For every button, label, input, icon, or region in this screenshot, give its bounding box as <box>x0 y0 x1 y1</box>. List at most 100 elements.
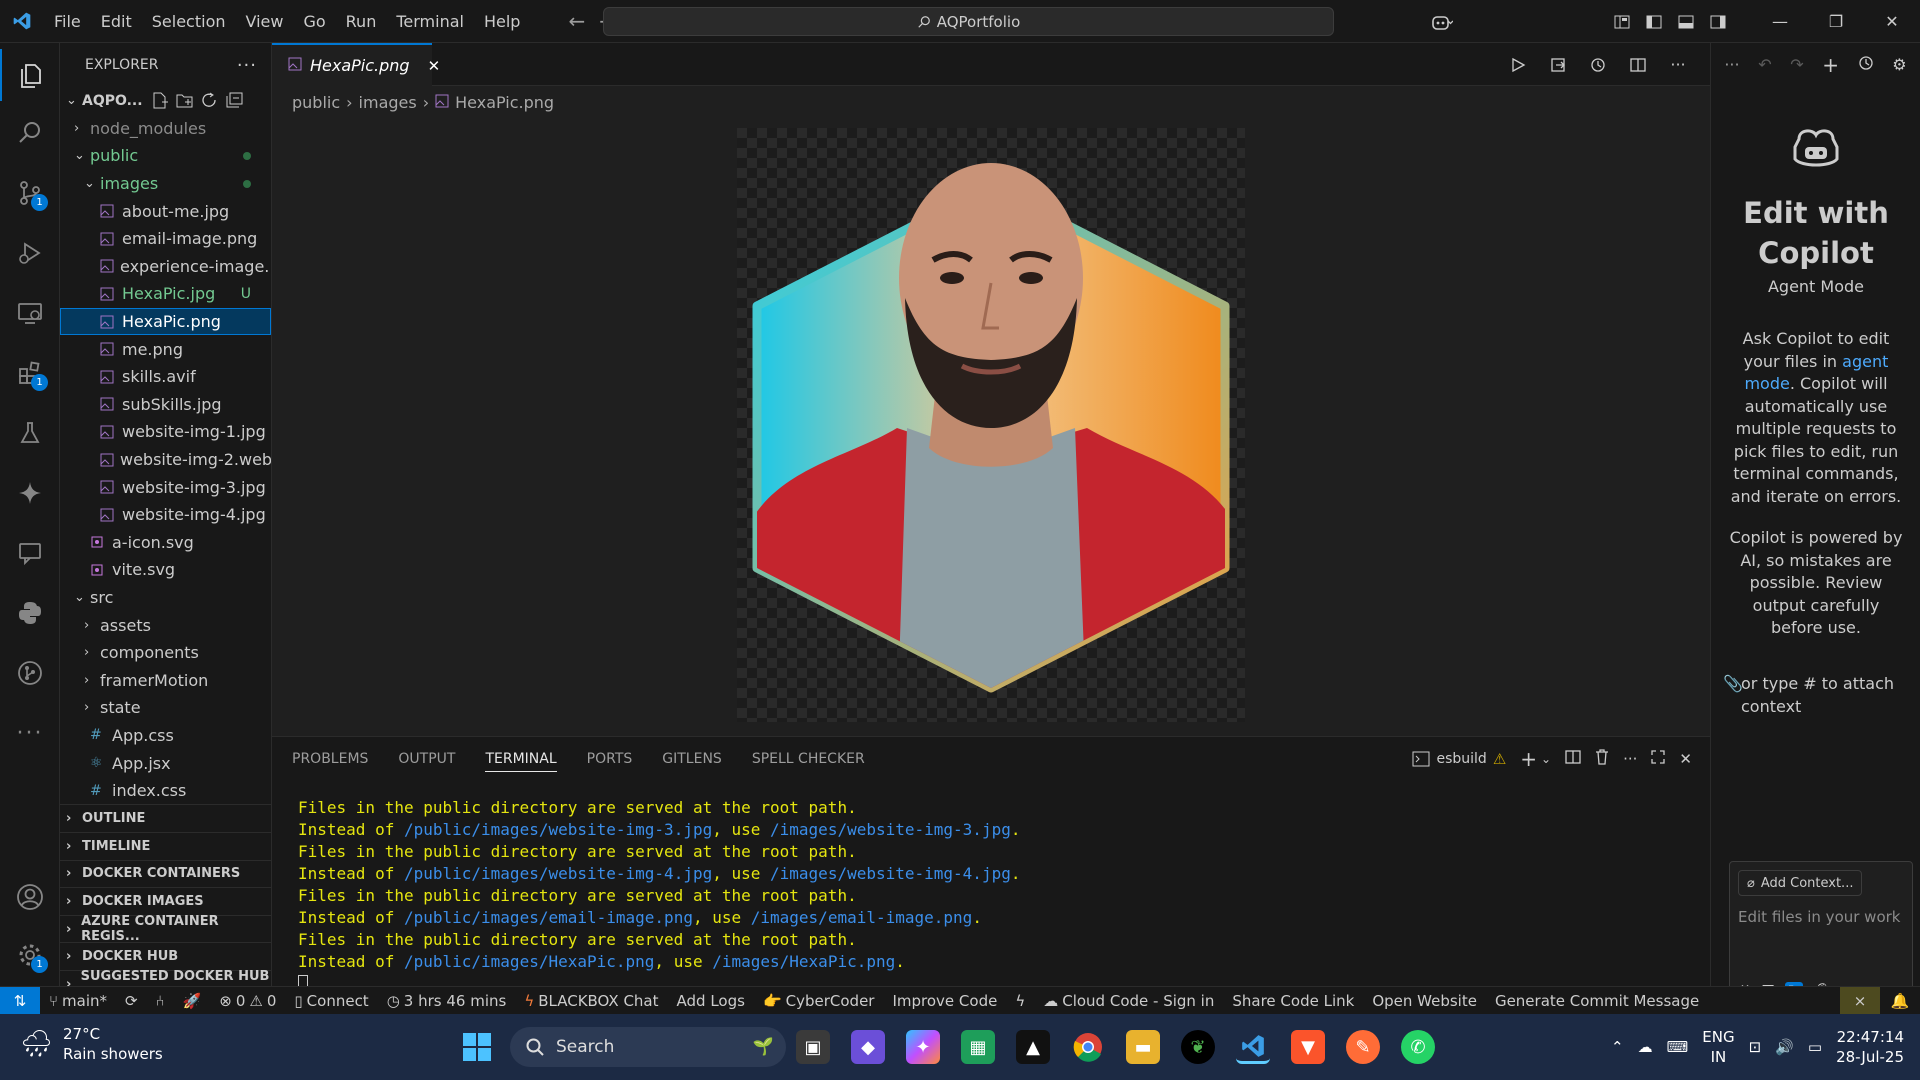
close-tab-icon[interactable]: ✕ <box>428 57 441 75</box>
folder-framermotion[interactable]: › framerMotion <box>60 666 271 694</box>
remote-indicator-icon[interactable]: ⇅ <box>0 986 40 1015</box>
trash-icon[interactable] <box>1595 749 1609 769</box>
copilot-input[interactable]: Edit files in your work <box>1738 908 1900 926</box>
sync-icon[interactable]: ⟳ <box>116 992 147 1010</box>
section-outline[interactable]: › OUTLINE <box>60 804 271 832</box>
breadcrumb-public[interactable]: public <box>292 93 340 112</box>
search-icon[interactable] <box>0 107 60 159</box>
tab-problems[interactable]: PROBLEMS <box>292 751 368 767</box>
minimize-icon[interactable]: — <box>1752 0 1808 43</box>
file-website-img-4[interactable]: website-img-4.jpg <box>60 501 271 529</box>
folder-images[interactable]: ⌄ images <box>60 170 271 198</box>
tab-terminal[interactable]: TERMINAL <box>485 751 557 772</box>
file-index-css[interactable]: # index.css <box>60 777 271 805</box>
vscode-taskbar-icon[interactable] <box>1236 1030 1270 1064</box>
section-docker-hub[interactable]: › DOCKER HUB <box>60 942 271 970</box>
notifications-bell-icon[interactable]: 🔔 <box>1880 992 1920 1010</box>
split-editor-icon[interactable] <box>1622 49 1654 81</box>
deploy-rocket-icon[interactable]: 🚀 <box>174 992 211 1010</box>
microsoft-365-icon[interactable]: ◆ <box>851 1030 885 1064</box>
file-app-css[interactable]: # App.css <box>60 722 271 750</box>
add-logs-item[interactable]: Add Logs <box>668 992 754 1010</box>
copilot-sparkle-icon[interactable] <box>0 467 60 519</box>
section-docker-images[interactable]: › DOCKER IMAGES <box>60 887 271 915</box>
more-actions-icon[interactable]: ··· <box>237 55 257 76</box>
more-actions-icon[interactable]: ··· <box>1623 750 1637 768</box>
undo-icon[interactable]: ↶ <box>1758 55 1771 74</box>
brave-browser-icon[interactable]: ▼ <box>1291 1030 1325 1064</box>
manage-gear-icon[interactable]: 1 <box>0 929 60 981</box>
blackbox-chat-item[interactable]: ϟ BLACKBOX Chat <box>515 992 667 1010</box>
folder-assets[interactable]: › assets <box>60 611 271 639</box>
remote-explorer-icon[interactable] <box>0 287 60 339</box>
new-terminal-icon[interactable]: + <box>1520 747 1537 771</box>
volume-icon[interactable]: 🔊 <box>1775 1038 1794 1056</box>
workspace-root[interactable]: ⌄ AQPO... <box>60 87 271 115</box>
terminal-output[interactable]: Files in the public directory are served… <box>298 797 1020 995</box>
toggle-sidebar-icon[interactable] <box>1638 6 1670 38</box>
connect-item[interactable]: ▯ Connect <box>285 992 377 1010</box>
breadcrumb-images[interactable]: images <box>359 93 417 112</box>
sheets-app-icon[interactable]: ▦ <box>961 1030 995 1064</box>
file-website-img-1[interactable]: website-img-1.jpg <box>60 418 271 446</box>
taskbar-search[interactable]: Search 🌱 <box>510 1027 786 1067</box>
accounts-icon[interactable] <box>0 871 60 923</box>
python-icon[interactable] <box>0 587 60 639</box>
toggle-secondary-sidebar-icon[interactable] <box>1702 6 1734 38</box>
testing-icon[interactable] <box>0 407 60 459</box>
chevron-up-icon[interactable]: ⌃ <box>1611 1038 1624 1056</box>
open-preview-icon[interactable] <box>1542 49 1574 81</box>
generate-commit-item[interactable]: Generate Commit Message <box>1486 992 1708 1010</box>
gitlens-icon[interactable] <box>0 647 60 699</box>
git-branch[interactable]: ⑂ main* <box>40 992 116 1010</box>
menu-file[interactable]: File <box>44 0 91 43</box>
restore-icon[interactable]: ❐ <box>1808 0 1864 43</box>
menu-selection[interactable]: Selection <box>142 0 236 43</box>
close-window-icon[interactable]: ✕ <box>1864 0 1920 43</box>
explorer-icon[interactable] <box>0 49 60 101</box>
epic-games-icon[interactable]: ▲ <box>1016 1030 1050 1064</box>
file-me-png[interactable]: me.png <box>60 335 271 363</box>
open-website-item[interactable]: Open Website <box>1363 992 1486 1010</box>
file-experience-image[interactable]: experience-image.... <box>60 253 271 281</box>
new-file-icon[interactable] <box>151 92 168 109</box>
whatsapp-icon[interactable]: ✆ <box>1401 1030 1435 1064</box>
postman-icon[interactable]: ✎ <box>1346 1030 1380 1064</box>
copilot-app-icon[interactable]: ✦ <box>906 1030 940 1064</box>
language-indicator[interactable]: ENG IN <box>1702 1027 1734 1067</box>
more-actions-icon[interactable]: ··· <box>1724 55 1739 74</box>
image-preview[interactable] <box>737 128 1245 722</box>
source-control-icon[interactable]: 1 <box>0 167 60 219</box>
split-terminal-icon[interactable] <box>1565 749 1581 769</box>
windows-start-icon[interactable] <box>460 1030 494 1064</box>
file-website-img-2[interactable]: website-img-2.webp <box>60 446 271 474</box>
bolt-icon[interactable]: ϟ <box>1006 992 1034 1010</box>
close-panel-icon[interactable]: ✕ <box>1679 750 1692 768</box>
weather-widget[interactable]: 🌧 27°C Rain showers <box>20 1024 163 1064</box>
extensions-icon[interactable]: 1 <box>0 347 60 399</box>
file-vite-svg[interactable]: vite.svg <box>60 556 271 584</box>
gear-icon[interactable]: ⚙ <box>1892 55 1906 74</box>
cybercoder-item[interactable]: 👉 CyberCoder <box>754 992 884 1010</box>
customize-layout-icon[interactable] <box>1606 6 1638 38</box>
file-email-image-png[interactable]: email-image.png <box>60 225 271 253</box>
back-arrow-icon[interactable]: ← <box>568 9 585 33</box>
timeline-history-icon[interactable] <box>1582 49 1614 81</box>
folder-public[interactable]: ⌄ public <box>60 142 271 170</box>
more-actions-icon[interactable]: ··· <box>1662 49 1694 81</box>
tab-hexapic-png[interactable]: HexaPic.png ✕ <box>272 43 440 86</box>
battery-icon[interactable]: ▭ <box>1808 1038 1822 1056</box>
command-center[interactable]: AQPortfolio <box>603 7 1334 36</box>
add-context-button[interactable]: ⌀ Add Context... <box>1738 870 1863 896</box>
collapse-all-icon[interactable] <box>226 92 243 109</box>
menu-terminal[interactable]: Terminal <box>386 0 474 43</box>
clock[interactable]: 22:47:14 28-Jul-25 <box>1836 1027 1904 1067</box>
toggle-panel-icon[interactable] <box>1670 6 1702 38</box>
menu-run[interactable]: Run <box>336 0 387 43</box>
menu-help[interactable]: Help <box>474 0 530 43</box>
keyboard-icon[interactable]: ⌨ <box>1667 1038 1689 1056</box>
breadcrumb-file[interactable]: HexaPic.png <box>455 93 554 112</box>
more-views-icon[interactable]: ··· <box>0 707 60 759</box>
time-tracker-item[interactable]: ◷ 3 hrs 46 mins <box>378 992 516 1010</box>
tab-output[interactable]: OUTPUT <box>398 751 455 767</box>
